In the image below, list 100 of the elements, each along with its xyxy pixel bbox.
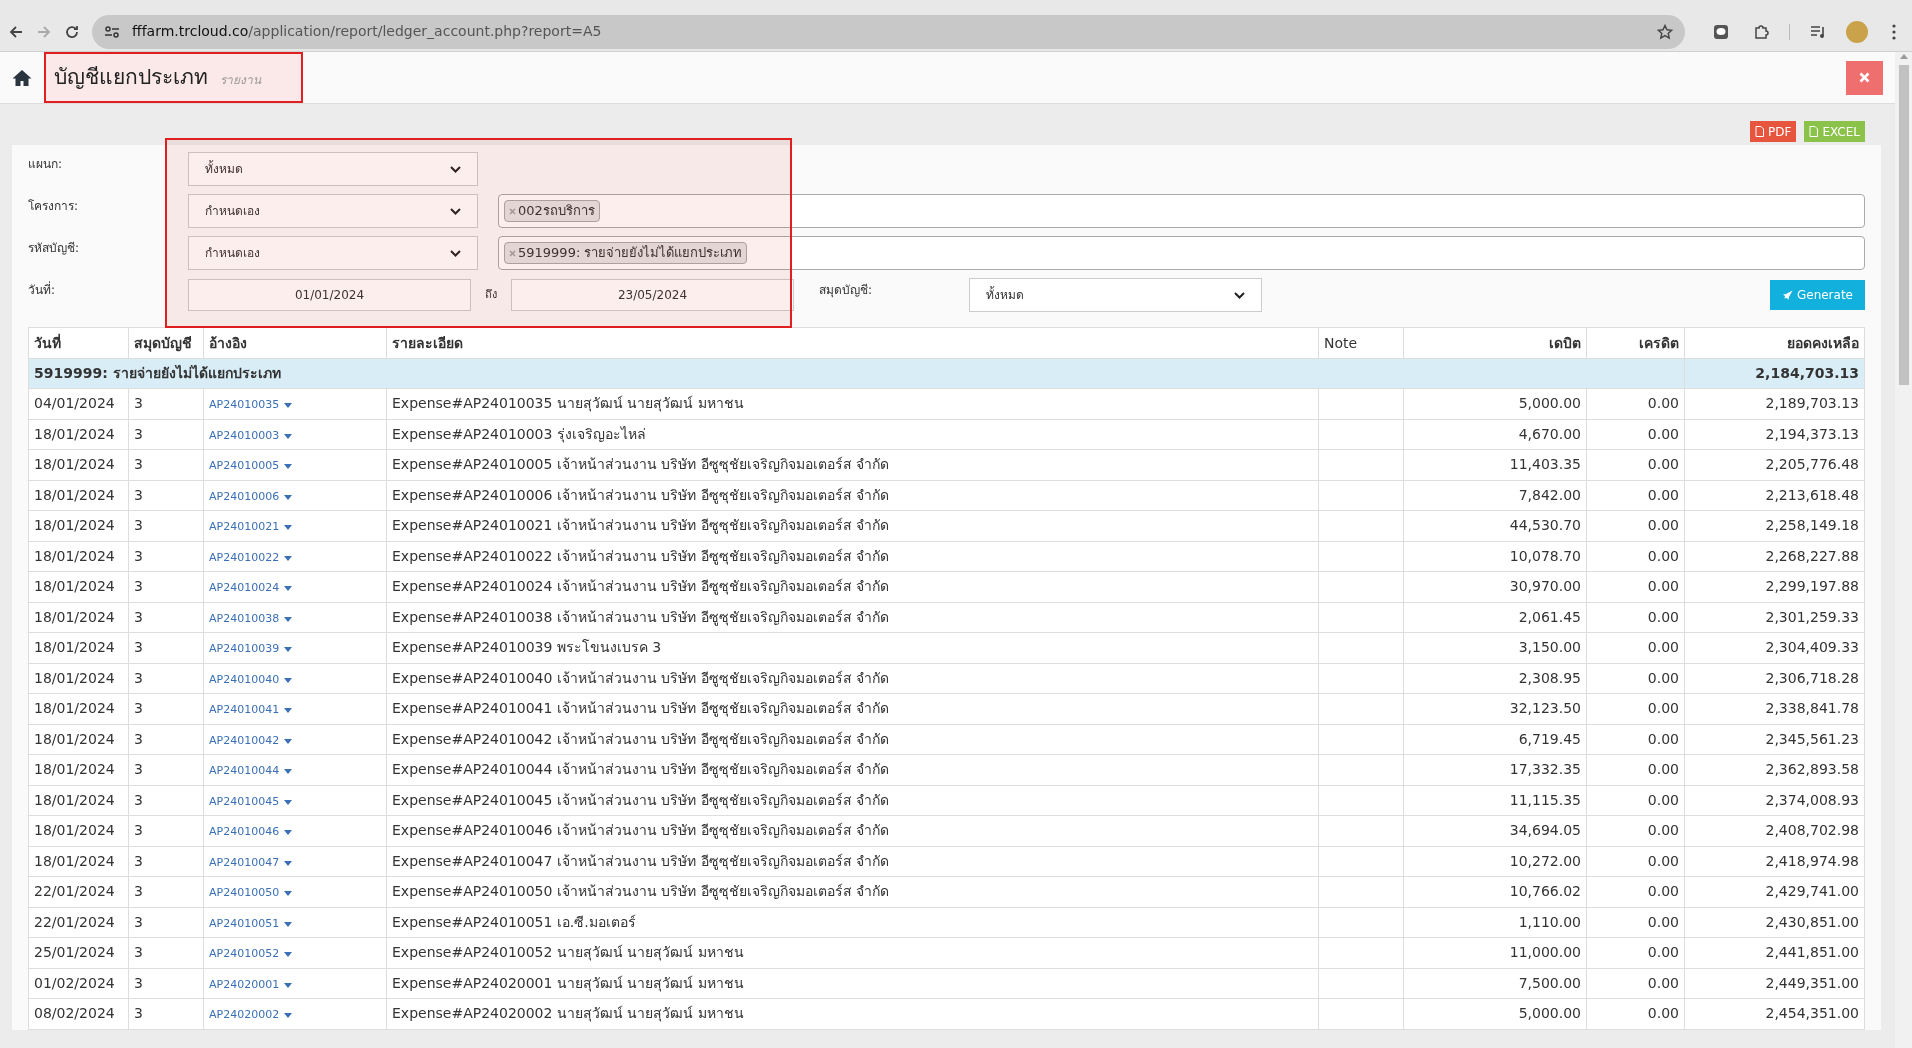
table-cell: 0.00 <box>1586 937 1685 968</box>
caret-icon <box>284 982 293 988</box>
table-cell: 3 <box>128 785 204 816</box>
site-settings-icon[interactable] <box>104 24 120 39</box>
back-icon[interactable] <box>8 23 24 40</box>
table-cell: 0.00 <box>1586 663 1685 694</box>
url-text: fffarm.trcloud.co/application/report/ledger_account.php?report=A5 <box>132 22 603 41</box>
caret-icon <box>284 952 293 957</box>
chat-bubble-icon[interactable] <box>1713 23 1729 40</box>
column-header: Note <box>1318 327 1404 359</box>
table-cell: Expense#AP24020002 นายสุวัฒน์ นายสุวัฒน์ มหาชน <box>386 998 1319 1029</box>
selected-tag: 5919999: รายจ่ายยังไม่ได้แยกประเภท <box>504 242 748 264</box>
reload-icon[interactable] <box>64 23 80 40</box>
caret-icon <box>284 616 293 622</box>
group-row-label: 5919999: รายจ่ายยังไม่ได้แยกประเภท <box>28 358 1685 389</box>
tag-input-field[interactable]: 5919999: รายจ่ายยังไม่ได้แยกประเภท <box>498 236 1865 270</box>
table-cell: 3 <box>128 846 204 877</box>
table-cell: 2,304,409.33 <box>1684 632 1865 663</box>
table-cell: 11,403.35 <box>1403 449 1587 480</box>
table-cell: Expense#AP24010005 เจ้าหน้าส่วนงาน บริษัท อีซูซุชัยเจริญกิจมอเตอร์ส จำกัด <box>386 449 1319 480</box>
project-select[interactable]: กำหนดเอง <box>188 194 478 228</box>
file-icon <box>1755 126 1765 137</box>
table-cell: Expense#AP24010042 เจ้าหน้าส่วนงาน บริษัท อีซูซุชัยเจริญกิจมอเตอร์ส จำกัด <box>386 724 1319 755</box>
caret-icon <box>284 677 293 683</box>
table-cell: 6,719.45 <box>1403 724 1587 755</box>
table-cell: 34,694.05 <box>1403 815 1587 846</box>
home-icon[interactable] <box>12 68 32 87</box>
table-cell: 2,362,893.58 <box>1684 754 1865 785</box>
table-cell: 18/01/2024 <box>28 510 129 541</box>
table-cell: 2,268,227.88 <box>1684 541 1865 572</box>
table-cell: Expense#AP24010051 เอ.ซี.มอเตอร์ <box>386 907 1319 938</box>
table-cell: 2,061.45 <box>1403 602 1587 633</box>
address-bar[interactable]: fffarm.trcloud.co/application/report/ledger_account.php?report=A5 <box>92 14 1685 49</box>
date-to-field[interactable]: 23/05/2024 <box>511 279 794 311</box>
book-select[interactable]: ทั้งหมด <box>969 278 1262 312</box>
table-cell: 2,213,618.48 <box>1684 480 1865 511</box>
tag-input-field[interactable]: 002รถบริการ <box>498 194 1865 228</box>
table-cell: 7,842.00 <box>1403 480 1587 511</box>
selected-tag: 002รถบริการ <box>504 200 600 222</box>
caret-icon <box>284 1013 293 1018</box>
table-cell: 4,670.00 <box>1403 419 1587 450</box>
table-cell: 0.00 <box>1586 907 1685 938</box>
table-cell: Expense#AP24020001 นายสุวัฒน์ นายสุวัฒน์ มหาชน <box>386 968 1319 999</box>
table-cell: 3 <box>128 388 204 419</box>
table-cell: 2,408,702.98 <box>1684 815 1865 846</box>
account-select[interactable]: กำหนดเอง <box>188 236 478 270</box>
table-cell: 2,258,149.18 <box>1684 510 1865 541</box>
table-cell: 0.00 <box>1586 754 1685 785</box>
export-button[interactable]: PDF <box>1750 121 1797 142</box>
table-cell: 0.00 <box>1586 510 1685 541</box>
table-cell: Expense#AP24010050 เจ้าหน้าส่วนงาน บริษัท อีซูซุชัยเจริญกิจมอเตอร์ส จำกัด <box>386 876 1319 907</box>
playlist-icon[interactable] <box>1810 24 1826 39</box>
table-cell: 3 <box>128 693 204 724</box>
table-cell: 3 <box>128 937 204 968</box>
close-button[interactable] <box>1846 60 1883 95</box>
filter-label: วันที่: <box>28 280 57 299</box>
scrollbar-thumb[interactable] <box>1898 65 1909 385</box>
table-cell: Expense#AP24010006 เจ้าหน้าส่วนงาน บริษัท อีซูซุชัยเจริญกิจมอเตอร์ส จำกัด <box>386 480 1319 511</box>
table-cell: Expense#AP24010052 นายสุวัฒน์ นายสุวัฒน์ มหาชน <box>386 937 1319 968</box>
caret-icon <box>284 647 293 652</box>
table-cell: Expense#AP24010038 เจ้าหน้าส่วนงาน บริษัท อีซูซุชัยเจริญกิจมอเตอร์ส จำกัด <box>386 602 1319 633</box>
table-cell: 0.00 <box>1586 693 1685 724</box>
table-cell: Expense#AP24010021 เจ้าหน้าส่วนงาน บริษัท อีซูซุชัยเจริญกิจมอเตอร์ส จำกัด <box>386 510 1319 541</box>
table-cell: 18/01/2024 <box>28 541 129 572</box>
table-cell: 18/01/2024 <box>28 815 129 846</box>
caret-icon <box>284 464 293 469</box>
date-from-field[interactable]: 01/01/2024 <box>188 279 471 311</box>
menu-icon[interactable] <box>1892 23 1896 40</box>
table-cell: 10,272.00 <box>1403 846 1587 877</box>
table-cell: 0.00 <box>1586 998 1685 1029</box>
department-select[interactable]: ทั้งหมด <box>188 152 478 186</box>
table-cell: 18/01/2024 <box>28 602 129 633</box>
filter-label: รหัสบัญชี: <box>28 240 81 257</box>
table-cell: 3 <box>128 419 204 450</box>
table-cell: 0.00 <box>1586 388 1685 419</box>
table-cell: 3 <box>128 602 204 633</box>
table-cell: Expense#AP24010046 เจ้าหน้าส่วนงาน บริษัท อีซูซุชัยเจริญกิจมอเตอร์ส จำกัด <box>386 815 1319 846</box>
table-cell: 2,301,259.33 <box>1684 602 1865 633</box>
table-cell: 3 <box>128 480 204 511</box>
table-cell: 3 <box>128 998 204 1029</box>
puzzle-icon[interactable] <box>1753 23 1769 40</box>
column-header: สมุดบัญชี <box>128 327 204 359</box>
table-cell: Expense#AP24010003 รุ่งเจริญอะไหล่ <box>386 419 1319 450</box>
table-cell: 3 <box>128 815 204 846</box>
page-subtitle: รายงาน <box>220 71 263 89</box>
star-icon[interactable] <box>1657 23 1673 40</box>
table-cell: 5,000.00 <box>1403 998 1587 1029</box>
table-cell: 2,418,974.98 <box>1684 846 1865 877</box>
caret-icon <box>284 738 293 744</box>
table-cell: Expense#AP24010039 พระโขนงเบรค 3 <box>386 632 1319 663</box>
table-cell: 18/01/2024 <box>28 785 129 816</box>
table-cell: 18/01/2024 <box>28 632 129 663</box>
caret-icon <box>284 891 293 896</box>
table-cell: 2,338,841.78 <box>1684 693 1865 724</box>
table-cell: 2,429,741.00 <box>1684 876 1865 907</box>
table-cell: 3,150.00 <box>1403 632 1587 663</box>
table-cell: 18/01/2024 <box>28 663 129 694</box>
caret-icon <box>284 433 293 439</box>
table-cell: Expense#AP24010041 เจ้าหน้าส่วนงาน บริษัท อีซูซุชัยเจริญกิจมอเตอร์ส จำกัด <box>386 693 1319 724</box>
table-cell: 0.00 <box>1586 785 1685 816</box>
